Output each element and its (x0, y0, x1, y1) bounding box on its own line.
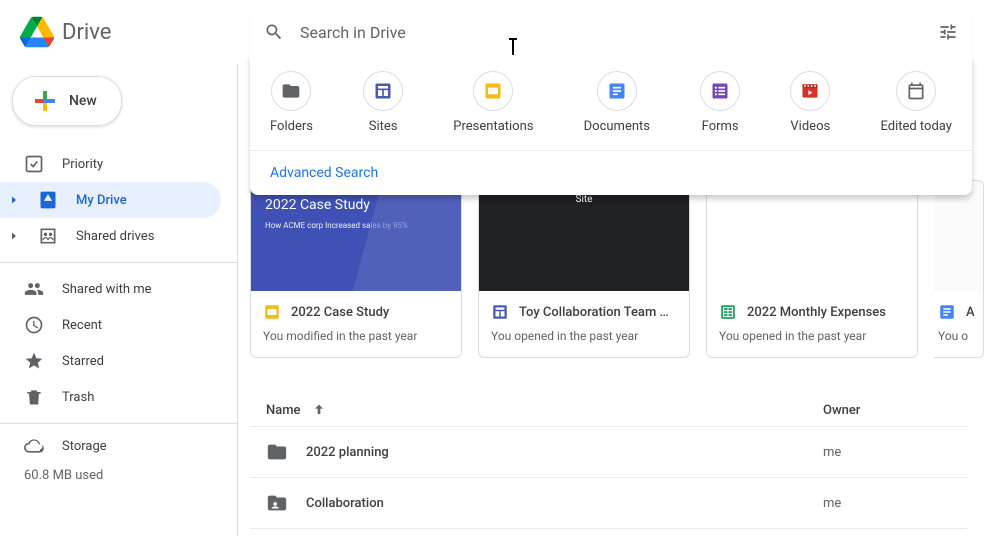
search-bar[interactable] (250, 9, 972, 55)
sites-icon (373, 81, 393, 101)
people-icon (24, 279, 44, 299)
table-row[interactable]: Collaboration me (250, 477, 967, 528)
arrow-up-icon (311, 402, 327, 418)
card-partial[interactable]: AYou o (934, 180, 984, 358)
plus-icon (33, 89, 57, 113)
chip-documents[interactable]: Documents (584, 71, 650, 134)
calendar-icon (906, 81, 926, 101)
chip-presentations[interactable]: Presentations (453, 71, 533, 134)
card-case-study[interactable]: 2022 Case StudyHow ACME corp Increased s… (250, 180, 462, 358)
card-thumbnail: 2022 Case StudyHow ACME corp Increased s… (251, 181, 461, 291)
slides-icon (263, 303, 281, 321)
clock-icon (24, 315, 44, 335)
nav-recent[interactable]: Recent (0, 307, 221, 343)
table-row[interactable]: 2022 planning me (250, 426, 967, 477)
sites-icon (491, 303, 509, 321)
tune-icon[interactable] (938, 22, 958, 42)
drive-icon (20, 15, 54, 49)
brand-text: Drive (62, 20, 111, 45)
storage-used-text: 60.8 MB used (0, 464, 237, 483)
forms-icon (710, 81, 730, 101)
nav-trash[interactable]: Trash (0, 379, 221, 415)
video-icon (800, 81, 820, 101)
docs-icon (607, 81, 627, 101)
table-header: Name Owner (250, 394, 967, 426)
nav-priority[interactable]: Priority (0, 146, 221, 182)
chip-videos[interactable]: Videos (790, 71, 830, 134)
search-dropdown: Folders Sites Presentations Documents Fo… (250, 55, 972, 195)
new-button-label: New (69, 93, 97, 109)
new-button[interactable]: New (12, 76, 122, 126)
search-input[interactable] (300, 23, 938, 42)
chip-sites[interactable]: Sites (363, 71, 403, 134)
col-name-header[interactable]: Name (266, 402, 823, 418)
star-icon (24, 351, 44, 371)
chip-forms[interactable]: Forms (700, 71, 740, 134)
card-monthly-expenses[interactable]: 2022 Monthly ExpensesYou opened in the p… (706, 180, 918, 358)
nav-starred[interactable]: Starred (0, 343, 221, 379)
suggested-cards-row: 2022 Case StudyHow ACME corp Increased s… (250, 180, 991, 358)
sheets-icon (719, 303, 737, 321)
drive-file-icon (38, 190, 58, 210)
shared-drives-icon (38, 226, 58, 246)
advanced-search-link[interactable]: Advanced Search (250, 151, 972, 195)
docs-icon (938, 303, 956, 321)
caret-right-icon (8, 230, 20, 242)
priority-icon (24, 154, 44, 174)
chip-edited-today[interactable]: Edited today (880, 71, 951, 134)
col-owner-header[interactable]: Owner (823, 403, 963, 418)
cloud-icon (24, 436, 44, 456)
nav-shared-with-me[interactable]: Shared with me (0, 271, 221, 307)
card-thumbnail: Toy Collaboration TeamSite (479, 181, 689, 291)
chip-folders[interactable]: Folders (270, 71, 313, 134)
nav-my-drive[interactable]: My Drive (0, 182, 221, 218)
card-toy-collab[interactable]: Toy Collaboration TeamSite Toy Collabora… (478, 180, 690, 358)
nav-storage[interactable]: Storage (0, 428, 221, 464)
card-thumbnail (707, 181, 917, 291)
slides-icon (483, 81, 503, 101)
caret-right-icon (8, 194, 20, 206)
card-thumbnail (934, 181, 983, 291)
trash-icon (24, 387, 44, 407)
nav-shared-drives[interactable]: Shared drives (0, 218, 221, 254)
shared-folder-icon (266, 492, 288, 514)
folder-icon (281, 81, 301, 101)
folder-icon (266, 441, 288, 463)
table-row[interactable] (250, 528, 967, 536)
filter-chips-row: Folders Sites Presentations Documents Fo… (250, 55, 972, 151)
search-icon (264, 22, 284, 42)
drive-logo[interactable]: Drive (12, 15, 250, 49)
